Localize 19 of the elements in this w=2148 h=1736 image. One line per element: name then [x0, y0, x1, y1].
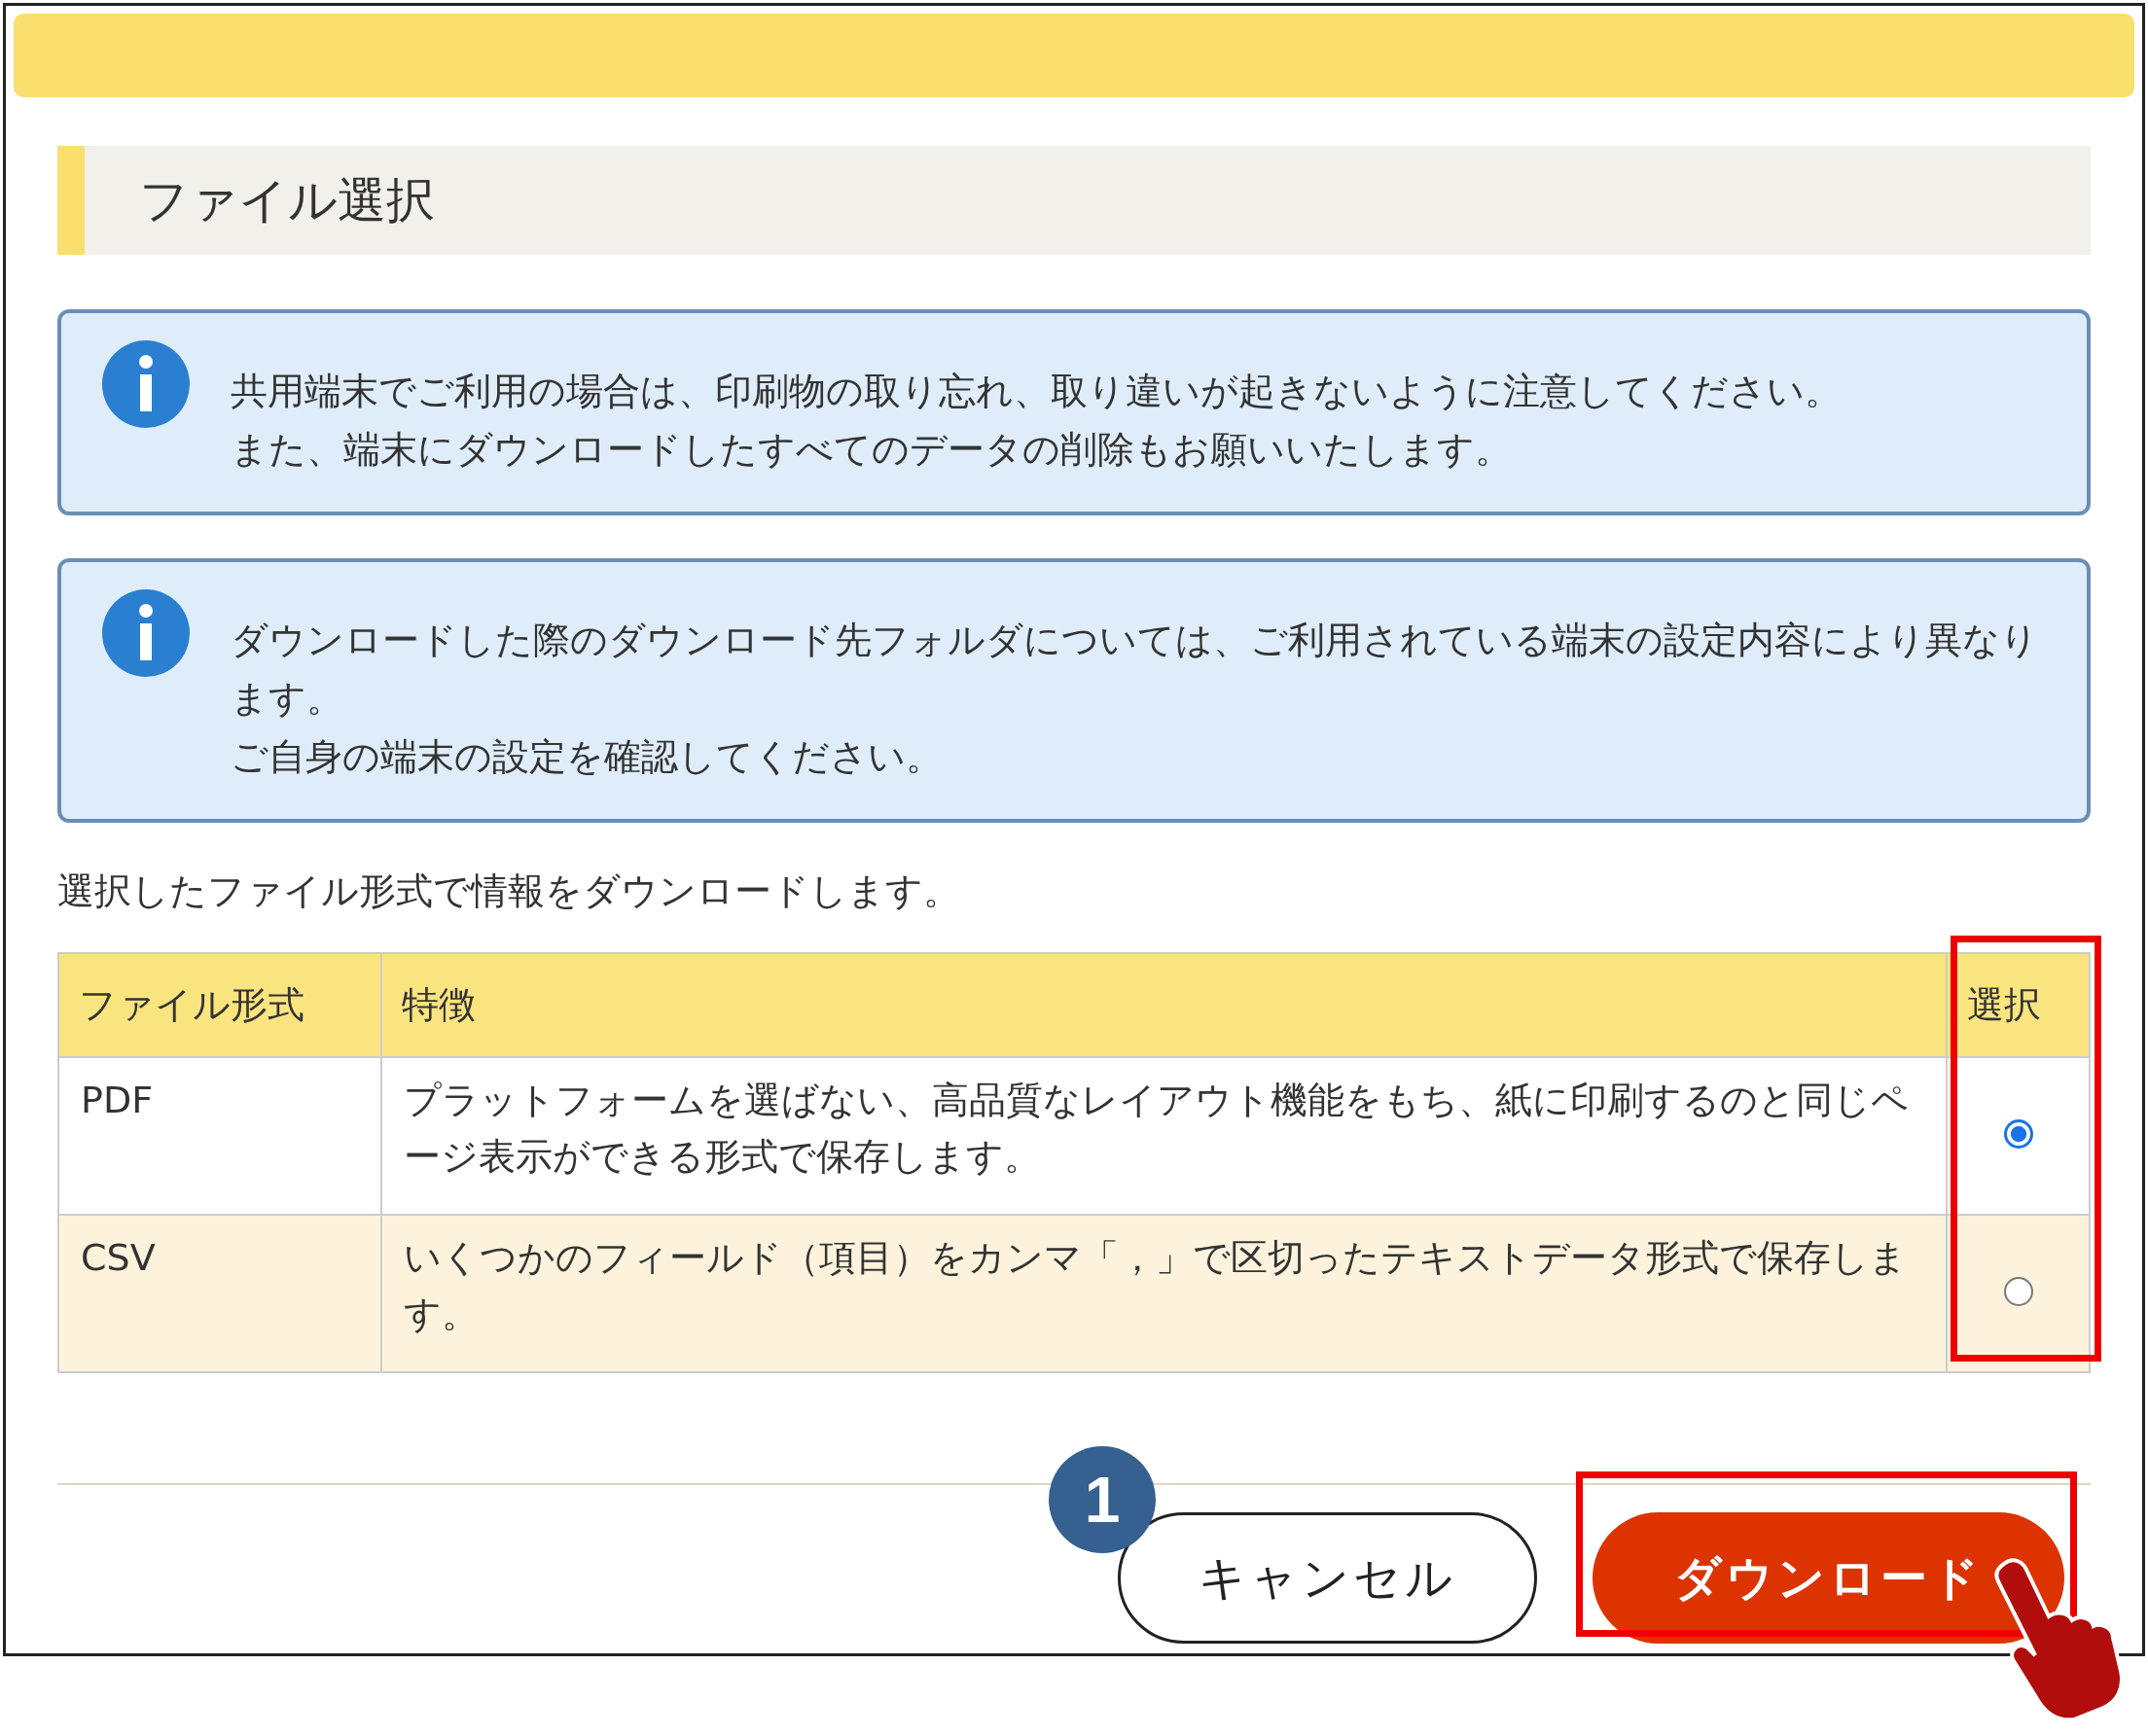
table-cell: CSV: [58, 1215, 381, 1372]
notice-text: ご自身の端末の設定を確認してください。: [231, 734, 944, 780]
info-icon: [102, 589, 190, 677]
notice-text: また、端末にダウンロードしたすべてのデータの削除もお願いいたします。: [231, 427, 1513, 473]
info-icon: [102, 340, 190, 428]
notice-text: 共用端末でご利用の場合は、印刷物の取り忘れ、取り違いが起きないように注意してください。: [231, 369, 1842, 414]
instruction-text: 選択したファイル形式で情報をダウンロードします。: [57, 868, 961, 914]
notice-text: ダウンロードした際のダウンロード先フォルダについては、ご利用されている端末の設定内容により異なります。: [231, 618, 2039, 722]
table-cell: PDF: [58, 1057, 381, 1215]
column-header: 特徴: [381, 953, 1947, 1057]
radio-button[interactable]: [2003, 1119, 2033, 1149]
table-cell: いくつかのフィールド（項目）をカンマ「，」で区切ったテキストデータ形式で保存します。: [381, 1215, 1947, 1372]
table-cell: プラットフォームを選ばない、高品質なレイアウト機能をもち、紙に印刷するのと同じページ表示ができる形式で保存します。: [381, 1057, 1947, 1215]
download-button[interactable]: ダウンロード: [1593, 1512, 2064, 1644]
column-header: 選択: [1947, 953, 2090, 1057]
cancel-button[interactable]: キャンセル: [1118, 1512, 1537, 1644]
section-heading: ファイル選択: [57, 146, 2091, 255]
radio-button[interactable]: [2003, 1277, 2033, 1306]
column-header: ファイル形式: [58, 953, 381, 1057]
